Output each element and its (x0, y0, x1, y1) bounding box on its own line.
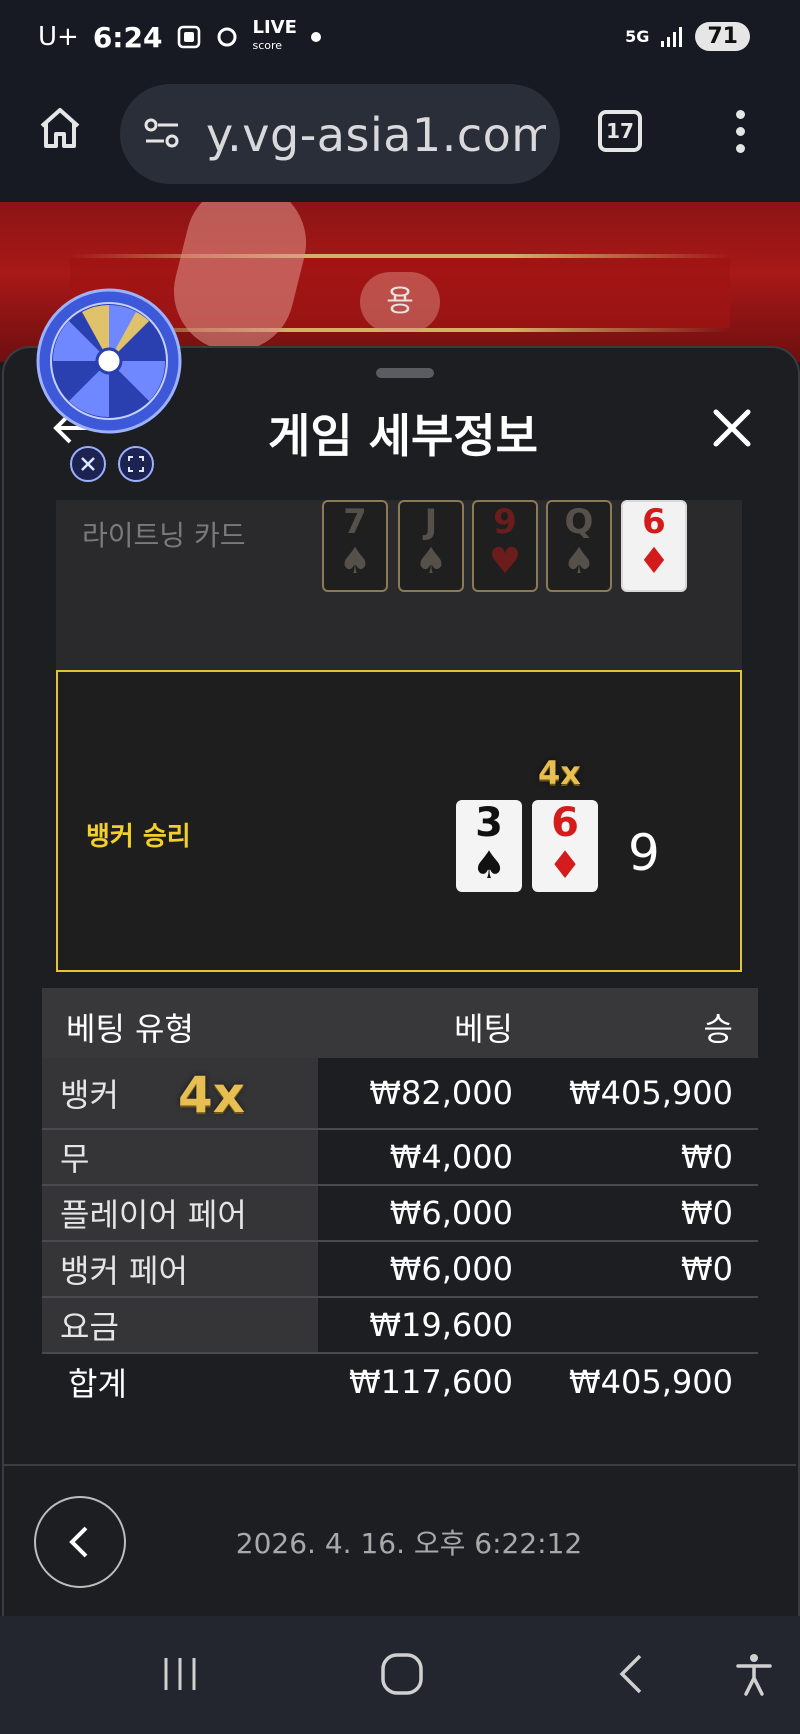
result-multiplier: 4x (538, 754, 581, 792)
status-bar: U+ 6:24 LIVE score 5G 71 (0, 0, 800, 74)
heart-icon: ♥ (488, 541, 522, 582)
card-rank: 6 (551, 800, 579, 846)
table-row: 뱅커 페어 ₩6,000 ₩0 (42, 1242, 758, 1298)
browser-toolbar: y.vg-asia1.com 17 (0, 74, 800, 202)
bet-type: 무 (60, 1140, 90, 1178)
notification-dot (310, 32, 321, 42)
live-label: LIVE (252, 17, 297, 38)
home-nav-icon[interactable] (380, 1652, 424, 1696)
total-win: ₩405,900 (569, 1363, 733, 1401)
card-rank: 9 (493, 502, 517, 542)
battery-badge: 71 (695, 22, 750, 51)
bonus-wheel-icon[interactable] (36, 288, 182, 434)
win-amount: ₩0 (681, 1138, 733, 1176)
lightning-card: 7 ♠ (322, 500, 388, 592)
score-label: score (252, 39, 283, 52)
divider (4, 1464, 796, 1466)
total-row: 합계 ₩117,600 ₩405,900 (42, 1354, 758, 1410)
site-settings-icon[interactable] (142, 114, 182, 154)
table-row: 요금 ₩19,600 (42, 1298, 758, 1354)
bet-amount: ₩6,000 (389, 1194, 513, 1232)
url-text[interactable]: y.vg-asia1.com (206, 108, 546, 162)
card-rank: 3 (475, 800, 503, 846)
home-icon[interactable] (36, 104, 84, 152)
header-win: 승 (703, 1010, 733, 1048)
result-score: 9 (628, 824, 660, 882)
result-section: 뱅커 승리 4x 3 ♠ 6 ♦ 9 (56, 670, 742, 972)
back-nav-icon[interactable] (610, 1652, 654, 1696)
gold-line (70, 254, 730, 258)
diamond-icon: ♦ (547, 843, 583, 887)
card-rank: J (424, 502, 438, 542)
card-rank: 7 (343, 502, 367, 542)
total-bet: ₩117,600 (349, 1363, 513, 1401)
lightning-card-highlighted: 6 ♦ (621, 500, 687, 592)
table-row: 뱅커 4x ₩82,000 ₩405,900 (42, 1058, 758, 1130)
carrier-label: U+ (38, 22, 79, 52)
table-header: 베팅 유형 베팅 승 (42, 988, 758, 1058)
table-row: 플레이어 페어 ₩6,000 ₩0 (42, 1186, 758, 1242)
bet-type: 플레이어 페어 (60, 1196, 247, 1234)
livescore-icon: LIVE score (252, 17, 297, 54)
result-card: 6 ♦ (532, 800, 598, 892)
bet-table: 베팅 유형 베팅 승 뱅커 4x ₩82,000 ₩405,900 무 ₩4,0… (42, 988, 758, 1410)
spade-icon: ♠ (338, 541, 372, 582)
total-label: 합계 (68, 1365, 127, 1403)
table-row: 무 ₩4,000 ₩0 (42, 1130, 758, 1186)
overflow-menu-icon[interactable] (730, 110, 750, 158)
signal-icon (661, 26, 683, 47)
lightning-card: Q ♠ (546, 500, 612, 592)
circle-icon (217, 27, 237, 47)
header-bet: 베팅 (454, 1010, 513, 1048)
bet-type: 요금 (60, 1308, 119, 1346)
lightning-cards-section: 라이트닝 카드 7 ♠ J ♠ 9 ♥ Q ♠ 6 ♦ (56, 500, 742, 670)
spade-icon: ♠ (414, 541, 448, 582)
system-nav-bar (0, 1616, 800, 1734)
lightning-card: J ♠ (398, 500, 464, 592)
drag-handle[interactable] (376, 368, 434, 378)
bet-amount: ₩6,000 (389, 1250, 513, 1288)
expand-icon (128, 456, 144, 472)
spade-icon: ♠ (562, 541, 596, 582)
wheel-close-button[interactable] (70, 446, 106, 482)
accessibility-icon[interactable] (732, 1652, 776, 1696)
bet-multiplier: 4x (178, 1066, 246, 1124)
result-label: 뱅커 승리 (86, 822, 191, 852)
bet-type: 뱅커 (60, 1076, 119, 1114)
spade-icon: ♠ (471, 843, 507, 887)
lightning-card: 9 ♥ (472, 500, 538, 592)
bet-type: 뱅커 페어 (60, 1252, 188, 1290)
result-card: 3 ♠ (456, 800, 522, 892)
close-icon (81, 457, 95, 471)
screen-record-icon (178, 25, 201, 49)
header-bet-type: 베팅 유형 (66, 1010, 194, 1048)
bet-amount: ₩19,600 (369, 1306, 513, 1344)
round-timestamp: 2026. 4. 16. 오후 6:22:12 (235, 1527, 583, 1560)
bet-amount: ₩82,000 (369, 1074, 513, 1112)
address-bar[interactable]: y.vg-asia1.com (120, 84, 560, 184)
recent-apps-icon[interactable] (158, 1652, 202, 1696)
bet-amount: ₩4,000 (389, 1138, 513, 1176)
win-amount: ₩405,900 (569, 1074, 733, 1112)
card-rank: Q (564, 502, 594, 542)
tab-switcher-button[interactable]: 17 (598, 110, 642, 152)
win-amount: ₩0 (681, 1250, 733, 1288)
diamond-icon: ♦ (637, 541, 671, 582)
close-icon[interactable] (710, 406, 754, 450)
win-amount: ₩0 (681, 1194, 733, 1232)
lightning-cards-label: 라이트닝 카드 (82, 519, 246, 552)
card-rank: 6 (642, 502, 666, 542)
network-label: 5G (625, 27, 650, 46)
wheel-expand-button[interactable] (118, 446, 154, 482)
clock: 6:24 (92, 20, 163, 54)
